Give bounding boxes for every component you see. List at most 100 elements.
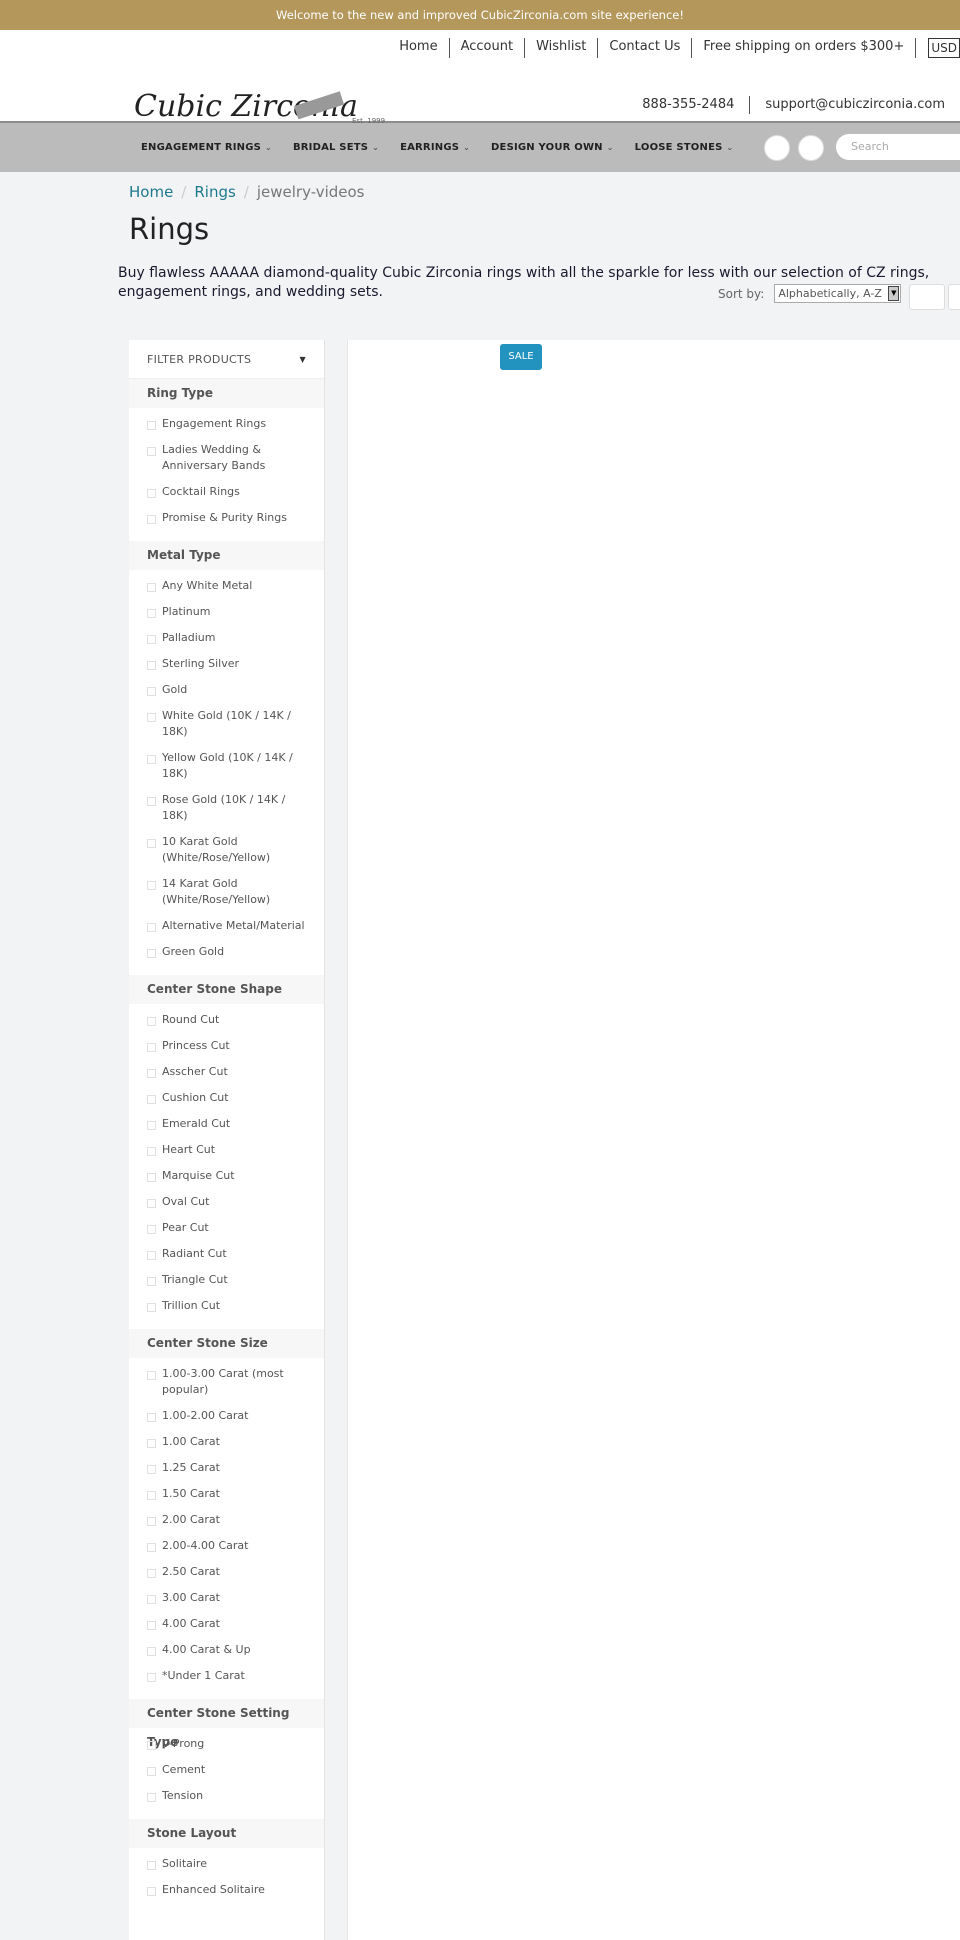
checkbox[interactable] bbox=[147, 583, 156, 592]
checkbox[interactable] bbox=[147, 1673, 156, 1682]
email-link[interactable]: support@cubiczirconia.com bbox=[750, 96, 960, 114]
checkbox[interactable] bbox=[147, 713, 156, 722]
checkbox[interactable] bbox=[147, 421, 156, 430]
filter-option[interactable]: Enhanced Solitaire bbox=[129, 1877, 324, 1903]
breadcrumb-home[interactable]: Home bbox=[129, 183, 173, 201]
checkbox[interactable] bbox=[147, 1887, 156, 1896]
checkbox[interactable] bbox=[147, 923, 156, 932]
filter-option[interactable]: Radiant Cut bbox=[129, 1241, 324, 1267]
filter-option[interactable]: 1.00-3.00 Carat (most popular) bbox=[129, 1361, 324, 1403]
filter-option[interactable]: *Under 1 Carat bbox=[129, 1663, 324, 1689]
filter-option[interactable]: 4.00 Carat bbox=[129, 1611, 324, 1637]
filter-option[interactable]: Solitaire bbox=[129, 1851, 324, 1877]
grid-view-button[interactable] bbox=[909, 284, 945, 310]
checkbox[interactable] bbox=[147, 489, 156, 498]
checkbox[interactable] bbox=[147, 1225, 156, 1234]
filter-option[interactable]: Sterling Silver bbox=[129, 651, 324, 677]
checkbox[interactable] bbox=[147, 1621, 156, 1630]
cart-icon[interactable] bbox=[798, 135, 824, 161]
nav-loose-stones[interactable]: LOOSE STONES ⌄ bbox=[635, 142, 734, 153]
filter-option[interactable]: Triangle Cut bbox=[129, 1267, 324, 1293]
checkbox[interactable] bbox=[147, 1303, 156, 1312]
checkbox[interactable] bbox=[147, 1043, 156, 1052]
checkbox[interactable] bbox=[147, 1741, 156, 1750]
filter-option[interactable]: Alternative Metal/Material bbox=[129, 913, 324, 939]
checkbox[interactable] bbox=[147, 1491, 156, 1500]
filter-option[interactable]: 14 Karat Gold (White/Rose/Yellow) bbox=[129, 871, 324, 913]
checkbox[interactable] bbox=[147, 1017, 156, 1026]
checkbox[interactable] bbox=[147, 661, 156, 670]
checkbox[interactable] bbox=[147, 1251, 156, 1260]
filter-option[interactable]: 1.00 Carat bbox=[129, 1429, 324, 1455]
filter-option[interactable]: Green Gold bbox=[129, 939, 324, 965]
filter-option[interactable]: Rose Gold (10K / 14K / 18K) bbox=[129, 787, 324, 829]
filter-option[interactable]: 10 Karat Gold (White/Rose/Yellow) bbox=[129, 829, 324, 871]
checkbox[interactable] bbox=[147, 1439, 156, 1448]
link-wishlist[interactable]: Wishlist bbox=[525, 38, 599, 58]
filter-option[interactable]: Round Cut bbox=[129, 1007, 324, 1033]
checkbox[interactable] bbox=[147, 1569, 156, 1578]
filter-option[interactable]: Tension bbox=[129, 1783, 324, 1809]
nav-design-your-own[interactable]: DESIGN YOUR OWN ⌄ bbox=[491, 142, 614, 153]
checkbox[interactable] bbox=[147, 635, 156, 644]
checkbox[interactable] bbox=[147, 1371, 156, 1380]
filter-option[interactable]: Cocktail Rings bbox=[129, 479, 324, 505]
checkbox[interactable] bbox=[147, 1767, 156, 1776]
filter-option[interactable]: Yellow Gold (10K / 14K / 18K) bbox=[129, 745, 324, 787]
filter-option[interactable]: 1.00-2.00 Carat bbox=[129, 1403, 324, 1429]
checkbox[interactable] bbox=[147, 1173, 156, 1182]
list-view-button[interactable] bbox=[948, 284, 960, 310]
checkbox[interactable] bbox=[147, 1543, 156, 1552]
checkbox[interactable] bbox=[147, 839, 156, 848]
checkbox[interactable] bbox=[147, 1413, 156, 1422]
checkbox[interactable] bbox=[147, 1147, 156, 1156]
checkbox[interactable] bbox=[147, 1595, 156, 1604]
checkbox[interactable] bbox=[147, 1517, 156, 1526]
checkbox[interactable] bbox=[147, 1069, 156, 1078]
filter-option[interactable]: 1.50 Carat bbox=[129, 1481, 324, 1507]
search-input[interactable]: Search bbox=[836, 134, 960, 160]
breadcrumb-rings[interactable]: Rings bbox=[194, 183, 235, 201]
filter-option[interactable]: Promise & Purity Rings bbox=[129, 505, 324, 531]
filter-option[interactable]: 4.00 Carat & Up bbox=[129, 1637, 324, 1663]
filter-option[interactable]: Cushion Cut bbox=[129, 1085, 324, 1111]
filter-option[interactable]: White Gold (10K / 14K / 18K) bbox=[129, 703, 324, 745]
checkbox[interactable] bbox=[147, 797, 156, 806]
checkbox[interactable] bbox=[147, 609, 156, 618]
link-account[interactable]: Account bbox=[450, 38, 526, 58]
link-contact[interactable]: Contact Us bbox=[598, 38, 693, 58]
checkbox[interactable] bbox=[147, 1793, 156, 1802]
nav-engagement-rings[interactable]: ENGAGEMENT RINGS ⌄ bbox=[141, 142, 272, 153]
filter-option[interactable]: Engagement Rings bbox=[129, 411, 324, 437]
checkbox[interactable] bbox=[147, 1199, 156, 1208]
sort-select[interactable]: Alphabetically, A-Z ▼ bbox=[774, 284, 902, 303]
filter-option[interactable]: Any White Metal bbox=[129, 573, 324, 599]
checkbox[interactable] bbox=[147, 1121, 156, 1130]
filter-option[interactable]: Cement bbox=[129, 1757, 324, 1783]
filter-toggle[interactable]: FILTER PRODUCTS ▼ bbox=[129, 340, 324, 379]
filter-option[interactable]: Palladium bbox=[129, 625, 324, 651]
checkbox[interactable] bbox=[147, 1465, 156, 1474]
filter-option[interactable]: Gold bbox=[129, 677, 324, 703]
filter-option[interactable]: Heart Cut bbox=[129, 1137, 324, 1163]
checkbox[interactable] bbox=[147, 1861, 156, 1870]
checkbox[interactable] bbox=[147, 1095, 156, 1104]
account-icon[interactable] bbox=[764, 135, 790, 161]
filter-option[interactable]: 2.00-4.00 Carat bbox=[129, 1533, 324, 1559]
filter-option[interactable]: 2.00 Carat bbox=[129, 1507, 324, 1533]
checkbox[interactable] bbox=[147, 881, 156, 890]
filter-option[interactable]: 2.50 Carat bbox=[129, 1559, 324, 1585]
filter-option[interactable]: Asscher Cut bbox=[129, 1059, 324, 1085]
checkbox[interactable] bbox=[147, 1647, 156, 1656]
filter-option[interactable]: Princess Cut bbox=[129, 1033, 324, 1059]
checkbox[interactable] bbox=[147, 1277, 156, 1286]
checkbox[interactable] bbox=[147, 515, 156, 524]
currency-select[interactable]: USD bbox=[928, 38, 960, 58]
phone-link[interactable]: 888-355-2484 bbox=[627, 96, 751, 114]
filter-option[interactable]: Marquise Cut bbox=[129, 1163, 324, 1189]
checkbox[interactable] bbox=[147, 755, 156, 764]
filter-option[interactable]: 1.25 Carat bbox=[129, 1455, 324, 1481]
checkbox[interactable] bbox=[147, 949, 156, 958]
nav-earrings[interactable]: EARRINGS ⌄ bbox=[400, 142, 470, 153]
filter-option[interactable]: Emerald Cut bbox=[129, 1111, 324, 1137]
